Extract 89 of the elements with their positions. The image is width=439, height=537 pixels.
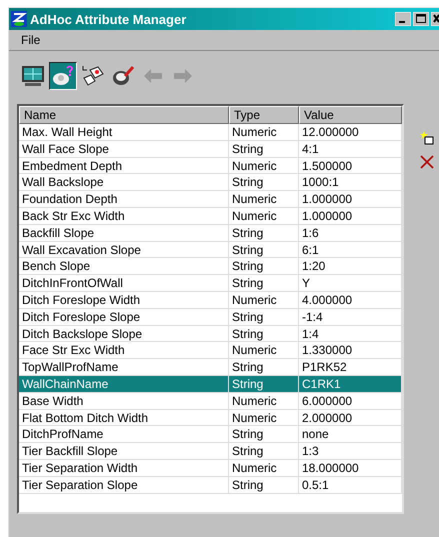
table-cell: Ditch Backslope Slope (19, 326, 229, 342)
table-cell: 1.000000 (299, 191, 402, 208)
table-cell: Wall Face Slope (19, 140, 229, 158)
table-cell: 6:1 (299, 242, 402, 258)
table-row[interactable]: Backfill Slope String 1:6 (19, 224, 402, 242)
table-cell: 1.500000 (299, 158, 402, 174)
table-cell: C1RK1 (299, 376, 402, 393)
table-cell: Backfill Slope (19, 224, 229, 242)
table-cell: Bench Slope (19, 258, 229, 276)
table-cell: Tier Separation Width (19, 460, 229, 477)
column-header[interactable]: Type (229, 106, 299, 124)
table-row[interactable]: Max. Wall Height Numeric 12.000000 (19, 124, 402, 141)
table-row[interactable]: Ditch Backslope Slope String 1:4 (19, 326, 402, 342)
table-row[interactable]: Embedment Depth Numeric 1.500000 (19, 158, 402, 174)
table-cell: 1.330000 (299, 342, 402, 360)
table-cell: Numeric (229, 208, 299, 225)
table-cell: 1:4 (299, 326, 402, 342)
table-cell: Numeric (229, 410, 299, 426)
table-cell: String (229, 443, 299, 460)
table-cell: Numeric (229, 191, 299, 208)
table-row[interactable]: DitchInFrontOfWall String Y (19, 275, 402, 292)
table-cell: none (299, 426, 402, 444)
table-cell: 18.000000 (299, 460, 402, 477)
table-row[interactable]: Flat Bottom Ditch Width Numeric 2.000000 (19, 410, 402, 426)
table-cell: String (229, 140, 299, 158)
table-cell: Max. Wall Height (19, 124, 229, 141)
table-cell: WallChainName (19, 376, 229, 393)
table-row[interactable]: Bench Slope String 1:20 (19, 258, 402, 276)
table-row[interactable]: Face Str Exc Width Numeric 1.330000 (19, 342, 402, 360)
table-cell: String (229, 224, 299, 242)
table-cell: String (229, 275, 299, 292)
table-row[interactable]: Foundation Depth Numeric 1.000000 (19, 191, 402, 208)
column-header[interactable]: Value (299, 106, 402, 124)
table-cell: 1000:1 (299, 174, 402, 192)
table-cell: String (229, 426, 299, 444)
table-row[interactable]: Ditch Foreslope Slope String -1:4 (19, 308, 402, 326)
table-row[interactable]: Ditch Foreslope Width Numeric 4.000000 (19, 292, 402, 309)
table-cell: 4:1 (299, 140, 402, 158)
table-cell: String (229, 308, 299, 326)
table-cell: Foundation Depth (19, 191, 229, 208)
table-cell: 12.000000 (299, 124, 402, 141)
table-row[interactable]: Back Str Exc Width Numeric 1.000000 (19, 208, 402, 225)
table-cell: 4.000000 (299, 292, 402, 309)
table-cell: Face Str Exc Width (19, 342, 229, 360)
table-cell: Numeric (229, 158, 299, 174)
table-row[interactable]: Base Width Numeric 6.000000 (19, 392, 402, 410)
table-row[interactable]: Tier Separation Slope String 0.5:1 (19, 476, 402, 494)
table-cell: Ditch Foreslope Slope (19, 308, 229, 326)
table-cell: Ditch Foreslope Width (19, 292, 229, 309)
table-cell: Base Width (19, 392, 229, 410)
table-cell: Embedment Depth (19, 158, 229, 174)
table-cell: DitchProfName (19, 426, 229, 444)
column-header[interactable]: Name (19, 106, 229, 124)
table-cell: Numeric (229, 460, 299, 477)
window-title: AdHoc Attribute Manager (30, 12, 188, 26)
table-cell: String (229, 174, 299, 192)
table-cell: Wall Backslope (19, 174, 229, 192)
table-cell: Numeric (229, 124, 299, 141)
table-cell: DitchInFrontOfWall (19, 275, 229, 292)
table-cell: -1:4 (299, 308, 402, 326)
table-row[interactable]: Wall Backslope String 1000:1 (19, 174, 402, 192)
table-cell: Tier Separation Slope (19, 476, 229, 494)
table-cell: Wall Excavation Slope (19, 242, 229, 258)
table-cell: Tier Backfill Slope (19, 443, 229, 460)
table-cell: Back Str Exc Width (19, 208, 229, 225)
table-cell: String (229, 258, 299, 276)
table-cell: String (229, 376, 299, 393)
table-cell: 1.000000 (299, 208, 402, 225)
table-cell: String (229, 242, 299, 258)
table-cell: 1:6 (299, 224, 402, 242)
table-cell: Numeric (229, 392, 299, 410)
table-cell: Flat Bottom Ditch Width (19, 410, 229, 426)
table-cell: 1:3 (299, 443, 402, 460)
table-row[interactable]: Wall Excavation Slope String 6:1 (19, 242, 402, 258)
table-cell: 1:20 (299, 258, 402, 276)
table-cell: Numeric (229, 342, 299, 360)
table-cell: 2.000000 (299, 410, 402, 426)
table-row[interactable]: Wall Face Slope String 4:1 (19, 140, 402, 158)
table-row[interactable]: Tier Backfill Slope String 1:3 (19, 443, 402, 460)
menu-item[interactable]: File (21, 33, 40, 47)
table-cell: Y (299, 275, 402, 292)
table-row[interactable]: Tier Separation Width Numeric 18.000000 (19, 460, 402, 477)
table-row[interactable]: WallChainName String C1RK1 (19, 376, 402, 393)
table-cell: Numeric (229, 292, 299, 309)
table-cell: 6.000000 (299, 392, 402, 410)
table-cell: String (229, 476, 299, 494)
table-cell: String (229, 326, 299, 342)
table-cell: 0.5:1 (299, 476, 402, 494)
table-row[interactable]: DitchProfName String none (19, 426, 402, 444)
